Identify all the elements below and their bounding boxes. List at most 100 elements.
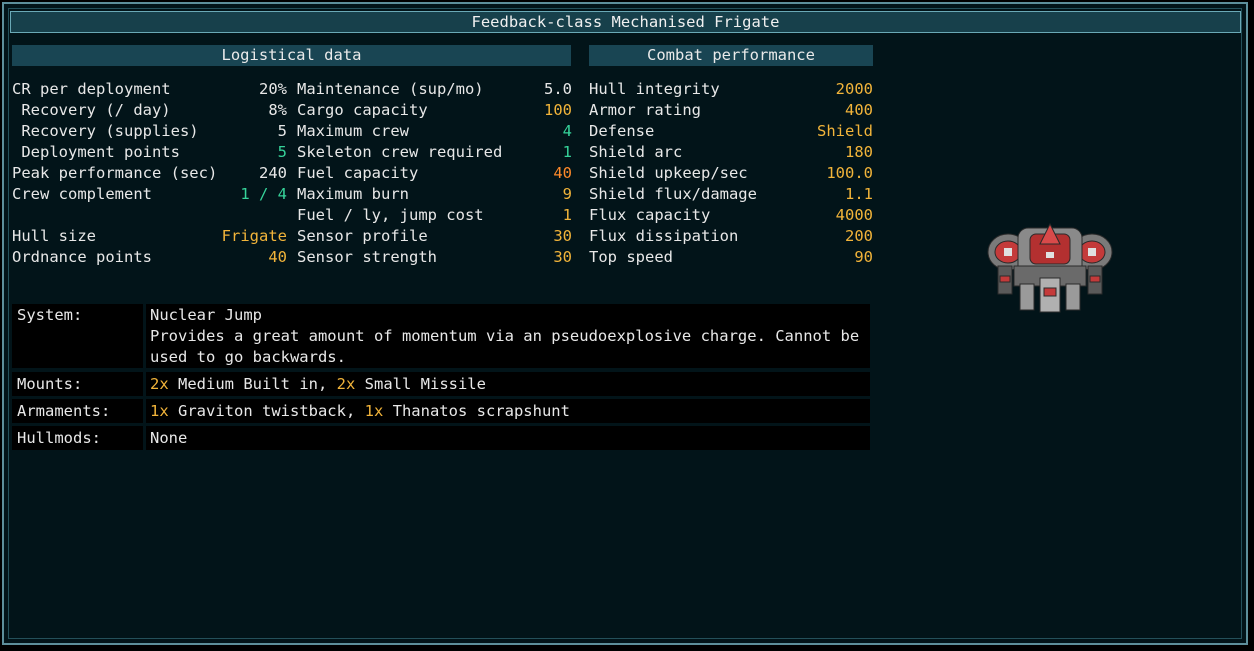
- stat-value: 5: [277, 122, 287, 140]
- row-separator: [143, 304, 146, 368]
- armament-count-2: 1x: [364, 402, 384, 420]
- stat-value: 2000: [835, 80, 873, 98]
- stat-row: Flux dissipation 200: [589, 226, 873, 247]
- stat-row: Maintenance (sup/mo) 5.0: [297, 79, 572, 100]
- armaments-value: 1x Graviton twistback, 1x Thanatos scrap…: [150, 400, 570, 422]
- mounts-value: 2x Medium Built in, 2x Small Missile: [150, 373, 486, 395]
- stat-row: [12, 205, 287, 226]
- hullmods-row: Hullmods: None: [12, 426, 870, 450]
- stat-label: Shield flux/damage: [589, 185, 757, 203]
- stat-value: Frigate: [221, 227, 287, 245]
- stat-label: Fuel capacity: [297, 164, 419, 182]
- mounts-label: Mounts:: [17, 375, 83, 393]
- system-row: System: Nuclear Jump Provides a great am…: [12, 304, 870, 368]
- stat-label: Shield upkeep/sec: [589, 164, 748, 182]
- stat-value: 1 / 4: [240, 185, 287, 203]
- hullmods-label: Hullmods:: [17, 429, 101, 447]
- row-separator: [143, 399, 146, 423]
- stat-label: Peak performance (sec): [12, 164, 218, 182]
- mount-type-1: Medium Built in,: [168, 375, 337, 393]
- stat-label: Hull size: [12, 227, 96, 245]
- stat-value: 40: [268, 248, 287, 266]
- stat-row: Armor rating 400: [589, 100, 873, 121]
- stat-label: Crew complement: [12, 185, 152, 203]
- stat-label: Sensor profile: [297, 227, 428, 245]
- stat-label: Deployment points: [12, 143, 180, 161]
- stat-value: 90: [854, 248, 873, 266]
- stat-row: Fuel / ly, jump cost 1: [297, 205, 572, 226]
- stat-row: Maximum burn 9: [297, 184, 572, 205]
- stat-row: Deployment points 5: [12, 142, 287, 163]
- stat-row: Hull integrity 2000: [589, 79, 873, 100]
- stat-row: Recovery (supplies) 5: [12, 121, 287, 142]
- stat-label: Maintenance (sup/mo): [297, 80, 484, 98]
- system-description-line1: Provides a great amount of momentum via …: [150, 327, 860, 345]
- stat-value: 5: [277, 143, 287, 161]
- stat-value: 4000: [835, 206, 873, 224]
- stat-value: 240: [259, 164, 287, 182]
- system-name: Nuclear Jump: [150, 306, 262, 324]
- mount-count-1: 2x: [150, 375, 169, 393]
- logistical-data-header: Logistical data: [12, 45, 571, 66]
- mounts-row: Mounts: 2x Medium Built in, 2x Small Mis…: [12, 372, 870, 396]
- stat-value: 30: [553, 248, 572, 266]
- stat-label: Recovery (/ day): [12, 101, 171, 119]
- stat-label: Ordnance points: [12, 248, 152, 266]
- armament-name-1: Graviton twistback,: [168, 402, 365, 420]
- stat-row: Shield arc 180: [589, 142, 873, 163]
- stat-value: 9: [562, 185, 572, 203]
- stat-label: Cargo capacity: [297, 101, 428, 119]
- stat-row: CR per deployment 20%: [12, 79, 287, 100]
- stat-row: Top speed 90: [589, 247, 873, 268]
- mount-type-2: Small Missile: [355, 375, 486, 393]
- stat-row: Hull size Frigate: [12, 226, 287, 247]
- stat-row: Recovery (/ day) 8%: [12, 100, 287, 121]
- stat-value: 8%: [268, 101, 287, 119]
- stat-value: 1: [562, 143, 572, 161]
- stat-label: Maximum burn: [297, 185, 409, 203]
- stat-label: Flux capacity: [589, 206, 711, 224]
- stat-label: Skeleton crew required: [297, 143, 503, 161]
- stat-row: Shield upkeep/sec 100.0: [589, 163, 873, 184]
- armaments-label: Armaments:: [17, 402, 111, 420]
- system-label: System:: [17, 306, 83, 324]
- stat-value: 200: [845, 227, 873, 245]
- ship-title: Feedback-class Mechanised Frigate: [10, 11, 1241, 33]
- armament-name-2: Thanatos scrapshunt: [383, 402, 570, 420]
- stat-value: 30: [553, 227, 572, 245]
- stat-row: Defense Shield: [589, 121, 873, 142]
- stat-label: Hull integrity: [589, 80, 720, 98]
- row-separator: [143, 426, 146, 450]
- mount-count-2: 2x: [336, 375, 356, 393]
- stat-value: 100.0: [826, 164, 873, 182]
- stat-label: Top speed: [589, 248, 673, 266]
- stat-value: 1.1: [845, 185, 873, 203]
- stat-value: 1: [562, 206, 572, 224]
- ship-sprite-icon: [987, 222, 1113, 313]
- stat-row: Flux capacity 4000: [589, 205, 873, 226]
- stat-label: Shield arc: [589, 143, 683, 161]
- stat-value: 5.0: [544, 80, 572, 98]
- stat-row: Cargo capacity 100: [297, 100, 572, 121]
- stat-row: Peak performance (sec) 240: [12, 163, 287, 184]
- stat-label: Recovery (supplies): [12, 122, 199, 140]
- stat-row: Crew complement 1 / 4: [12, 184, 287, 205]
- row-separator: [143, 372, 146, 396]
- stat-label: Defense: [589, 122, 655, 140]
- stat-row: Sensor strength 30: [297, 247, 572, 268]
- stat-label: Armor rating: [589, 101, 701, 119]
- armaments-row: Armaments: 1x Graviton twistback, 1x Tha…: [12, 399, 870, 423]
- stat-label: Flux dissipation: [589, 227, 739, 245]
- stat-value: 100: [544, 101, 572, 119]
- combat-performance-header: Combat performance: [589, 45, 873, 66]
- stat-label: Maximum crew: [297, 122, 409, 140]
- stat-label: Fuel / ly, jump cost: [297, 206, 484, 224]
- stat-row: Sensor profile 30: [297, 226, 572, 247]
- stat-row: Shield flux/damage 1.1: [589, 184, 873, 205]
- hullmods-value: None: [150, 429, 188, 447]
- armament-count-1: 1x: [150, 402, 169, 420]
- system-description-line2: used to go backwards.: [150, 348, 346, 366]
- stat-label: CR per deployment: [12, 80, 171, 98]
- stat-value: 180: [845, 143, 873, 161]
- stat-row: Skeleton crew required 1: [297, 142, 572, 163]
